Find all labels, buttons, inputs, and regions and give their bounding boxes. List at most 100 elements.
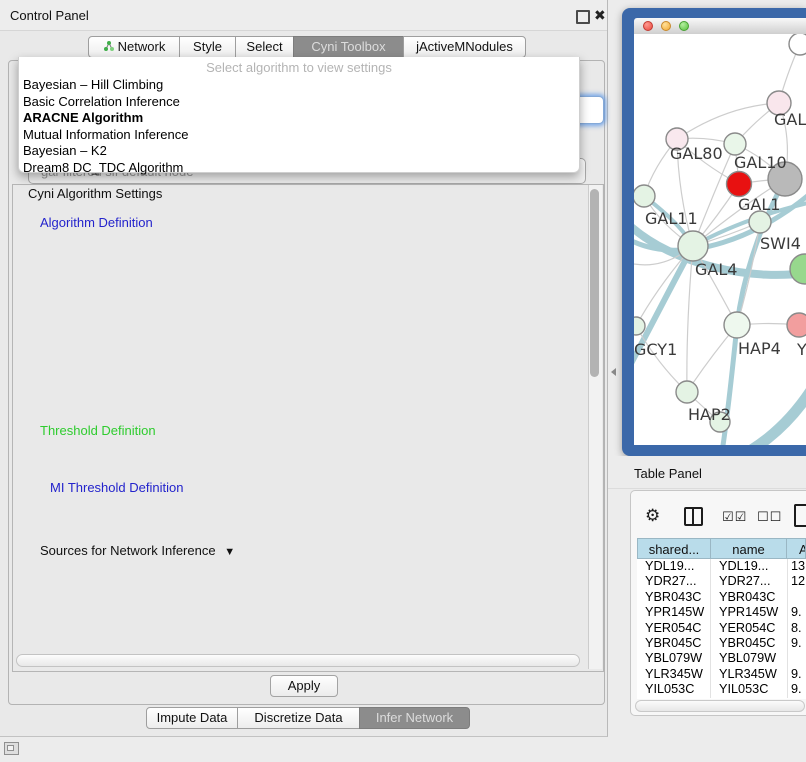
cell[interactable]: 9. — [787, 605, 806, 620]
split-columns-icon[interactable] — [684, 507, 703, 526]
tab-cyni-toolbox[interactable]: Cyni Toolbox — [293, 36, 404, 58]
column-header-label: shared... — [649, 542, 700, 557]
cell[interactable]: YLR345W — [637, 667, 710, 682]
settings-vertical-scrollbar-thumb[interactable] — [590, 189, 599, 377]
network-tab-icon — [103, 40, 115, 52]
cell[interactable]: YIL053C — [637, 682, 710, 697]
cyni-algorithm-settings-title: Cyni Algorithm Settings — [24, 186, 166, 201]
cell[interactable]: YDR27... — [710, 574, 787, 589]
cell[interactable]: YER054C — [710, 621, 787, 636]
column-header-shared-name[interactable]: shared... — [637, 538, 711, 559]
settings-horizontal-scrollbar[interactable] — [16, 654, 580, 667]
table-row[interactable]: YDR27... YDR27... 12 — [637, 574, 806, 589]
node-gal1[interactable] — [727, 172, 752, 197]
cell[interactable]: YBR043C — [710, 590, 787, 605]
tab-style-label: Style — [193, 39, 222, 54]
cell[interactable]: 13 — [787, 559, 806, 574]
export-table-icon[interactable] — [794, 504, 806, 527]
cell[interactable]: YPR145W — [710, 605, 787, 620]
cell[interactable]: 8. — [787, 621, 806, 636]
select-all-checkboxes-icon[interactable]: ☑☑ — [722, 509, 747, 525]
tab-cyni-toolbox-label: Cyni Toolbox — [311, 39, 385, 54]
tab-impute-data[interactable]: Impute Data — [146, 707, 238, 729]
panel-corner-grip-icon[interactable] — [4, 742, 19, 755]
tab-network[interactable]: Network — [88, 36, 180, 58]
network-canvas[interactable]: GAL GAL80 GAL10 GAL1 GAL11 SWI4 GAL4 GCY… — [634, 34, 806, 445]
dropdown-item-bayesian-k2[interactable]: Bayesian – K2 — [23, 143, 107, 159]
tab-infer-network[interactable]: Infer Network — [359, 707, 470, 729]
tab-discretize-data[interactable]: Discretize Data — [237, 707, 360, 729]
cell[interactable]: 9. — [787, 682, 806, 697]
node-gcy1[interactable] — [634, 317, 645, 335]
cell[interactable] — [787, 651, 806, 666]
node-table[interactable]: YDL19... YDL19... 13 YDR27... YDR27... 1… — [637, 559, 806, 699]
cell[interactable]: YBL079W — [710, 651, 787, 666]
table-row[interactable]: YIL053C YIL053C 9. — [637, 682, 806, 697]
tab-select-label: Select — [246, 39, 282, 54]
node-bright-green[interactable] — [790, 254, 806, 284]
column-header-name[interactable]: name — [710, 538, 787, 559]
cell[interactable]: YIL053C — [710, 682, 787, 697]
table-row[interactable]: YER054C YER054C 8. — [637, 621, 806, 636]
node-label: GAL80 — [670, 144, 723, 163]
cell[interactable]: YDL19... — [637, 559, 710, 574]
network-window-titlebar[interactable] — [634, 18, 806, 35]
cell[interactable]: 12 — [787, 574, 806, 589]
node-hap4[interactable] — [724, 312, 750, 338]
splitter-collapse-icon[interactable] — [611, 368, 616, 376]
cell[interactable]: YDR27... — [637, 574, 710, 589]
window-close-icon[interactable] — [643, 21, 653, 31]
tab-style[interactable]: Style — [179, 36, 236, 58]
sources-group-title[interactable]: Sources for Network Inference ▼ — [36, 543, 239, 558]
apply-button[interactable]: Apply — [270, 675, 338, 697]
cell[interactable]: 9. — [787, 667, 806, 682]
dropdown-item-aracne[interactable]: ARACNE Algorithm — [23, 110, 143, 126]
table-row[interactable]: YBR045C YBR045C 9. — [637, 636, 806, 651]
node-swi4[interactable] — [749, 211, 771, 233]
dropdown-item-mutual-information[interactable]: Mutual Information Inference — [23, 127, 188, 143]
cell[interactable]: YBL079W — [637, 651, 710, 666]
table-row[interactable]: YLR345W YLR345W 9. — [637, 667, 806, 682]
control-panel-title: Control Panel — [10, 8, 89, 23]
window-zoom-icon[interactable] — [679, 21, 689, 31]
node-label: GCY1 — [634, 340, 677, 359]
cell[interactable]: YPR145W — [637, 605, 710, 620]
cell[interactable]: YBR045C — [637, 636, 710, 651]
node-label: GAL10 — [734, 153, 787, 172]
close-panel-icon[interactable]: ✖ — [594, 7, 606, 24]
column-header-partial[interactable]: A — [786, 538, 806, 559]
deselect-checkboxes-icon[interactable]: ☐☐ — [757, 509, 782, 525]
gear-icon[interactable]: ⚙ — [645, 506, 660, 526]
node-gal10[interactable] — [724, 133, 746, 155]
table-row[interactable]: YBL079W YBL079W — [637, 651, 806, 666]
tab-select[interactable]: Select — [235, 36, 294, 58]
cell[interactable]: YER054C — [637, 621, 710, 636]
table-row[interactable]: YDL19... YDL19... 13 — [637, 559, 806, 574]
table-panel-title: Table Panel — [634, 466, 702, 481]
table-horizontal-scrollbar[interactable] — [635, 700, 805, 712]
tab-network-label: Network — [118, 39, 166, 54]
node-y-partial[interactable] — [787, 313, 806, 337]
cell[interactable]: YDL19... — [710, 559, 787, 574]
node-gal4[interactable] — [678, 231, 708, 261]
apply-button-label: Apply — [288, 678, 321, 693]
cell[interactable]: YBR043C — [637, 590, 710, 605]
node-unlabeled[interactable] — [789, 34, 806, 55]
table-row[interactable]: YBR043C YBR043C — [637, 590, 806, 605]
float-panel-icon[interactable] — [576, 10, 590, 24]
cell[interactable]: YLR345W — [710, 667, 787, 682]
dropdown-item-basic-correlation[interactable]: Basic Correlation Inference — [23, 94, 180, 110]
node-hap2[interactable] — [676, 381, 698, 403]
cell[interactable] — [787, 590, 806, 605]
table-row[interactable]: YPR145W YPR145W 9. — [637, 605, 806, 620]
cell[interactable]: 9. — [787, 636, 806, 651]
node-gal11[interactable] — [634, 185, 655, 207]
window-minimize-icon[interactable] — [661, 21, 671, 31]
algorithm-dropdown-menu: Select algorithm to view settings Bayesi… — [18, 57, 580, 173]
tab-jactivemnodules[interactable]: jActiveMNodules — [403, 36, 526, 58]
threshold-definition-title: Threshold Definition — [36, 423, 160, 438]
sources-group-label: Sources for Network Inference — [40, 543, 216, 558]
dropdown-item-dream8[interactable]: Dream8 DC_TDC Algorithm — [23, 160, 183, 176]
dropdown-item-bayesian-hill-climbing[interactable]: Bayesian – Hill Climbing — [23, 77, 163, 93]
cell[interactable]: YBR045C — [710, 636, 787, 651]
